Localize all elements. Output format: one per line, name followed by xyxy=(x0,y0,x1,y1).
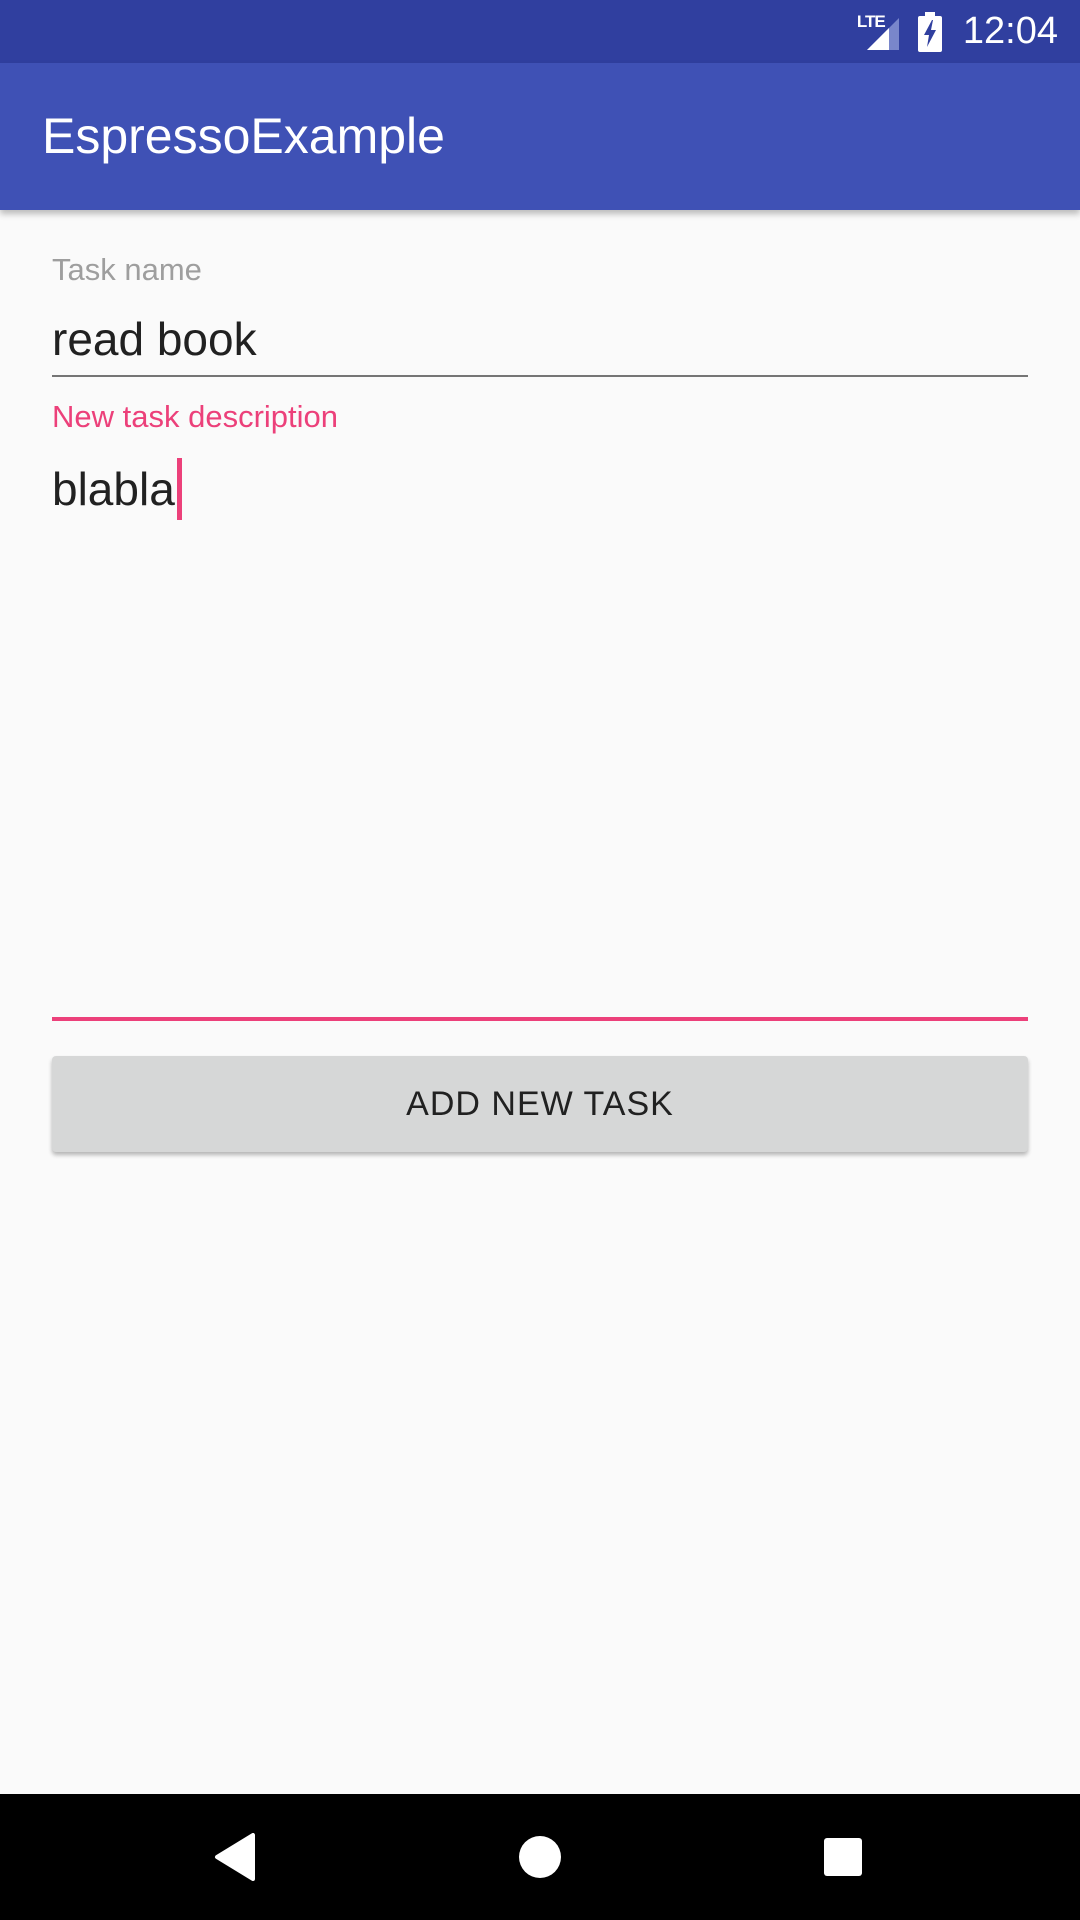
task-description-value: blabla xyxy=(52,463,175,515)
back-icon[interactable] xyxy=(200,1822,270,1892)
text-cursor xyxy=(176,458,182,520)
task-description-underline xyxy=(52,1017,1028,1021)
task-name-value: read book xyxy=(52,313,257,365)
task-name-underline xyxy=(52,375,1028,377)
task-name-input[interactable]: read book xyxy=(52,312,257,366)
app-screen: LTE 12:04 EspressoExample Task name read… xyxy=(0,0,1080,1920)
status-time: 12:04 xyxy=(962,10,1058,52)
task-description-label: New task description xyxy=(52,399,339,434)
status-bar: LTE 12:04 xyxy=(0,0,1080,63)
navigation-bar xyxy=(0,1794,1080,1920)
status-icons: LTE 12:04 xyxy=(855,0,1058,63)
app-bar: EspressoExample xyxy=(0,63,1080,210)
battery-charging-icon xyxy=(917,11,943,52)
recent-apps-icon[interactable] xyxy=(808,1822,878,1892)
task-description-input[interactable]: blabla xyxy=(52,458,182,520)
app-title: EspressoExample xyxy=(42,108,445,164)
lte-signal-icon: LTE xyxy=(855,12,903,52)
home-icon[interactable] xyxy=(505,1822,575,1892)
task-name-label: Task name xyxy=(52,252,202,287)
add-new-task-button[interactable]: ADD NEW TASK xyxy=(52,1056,1028,1152)
